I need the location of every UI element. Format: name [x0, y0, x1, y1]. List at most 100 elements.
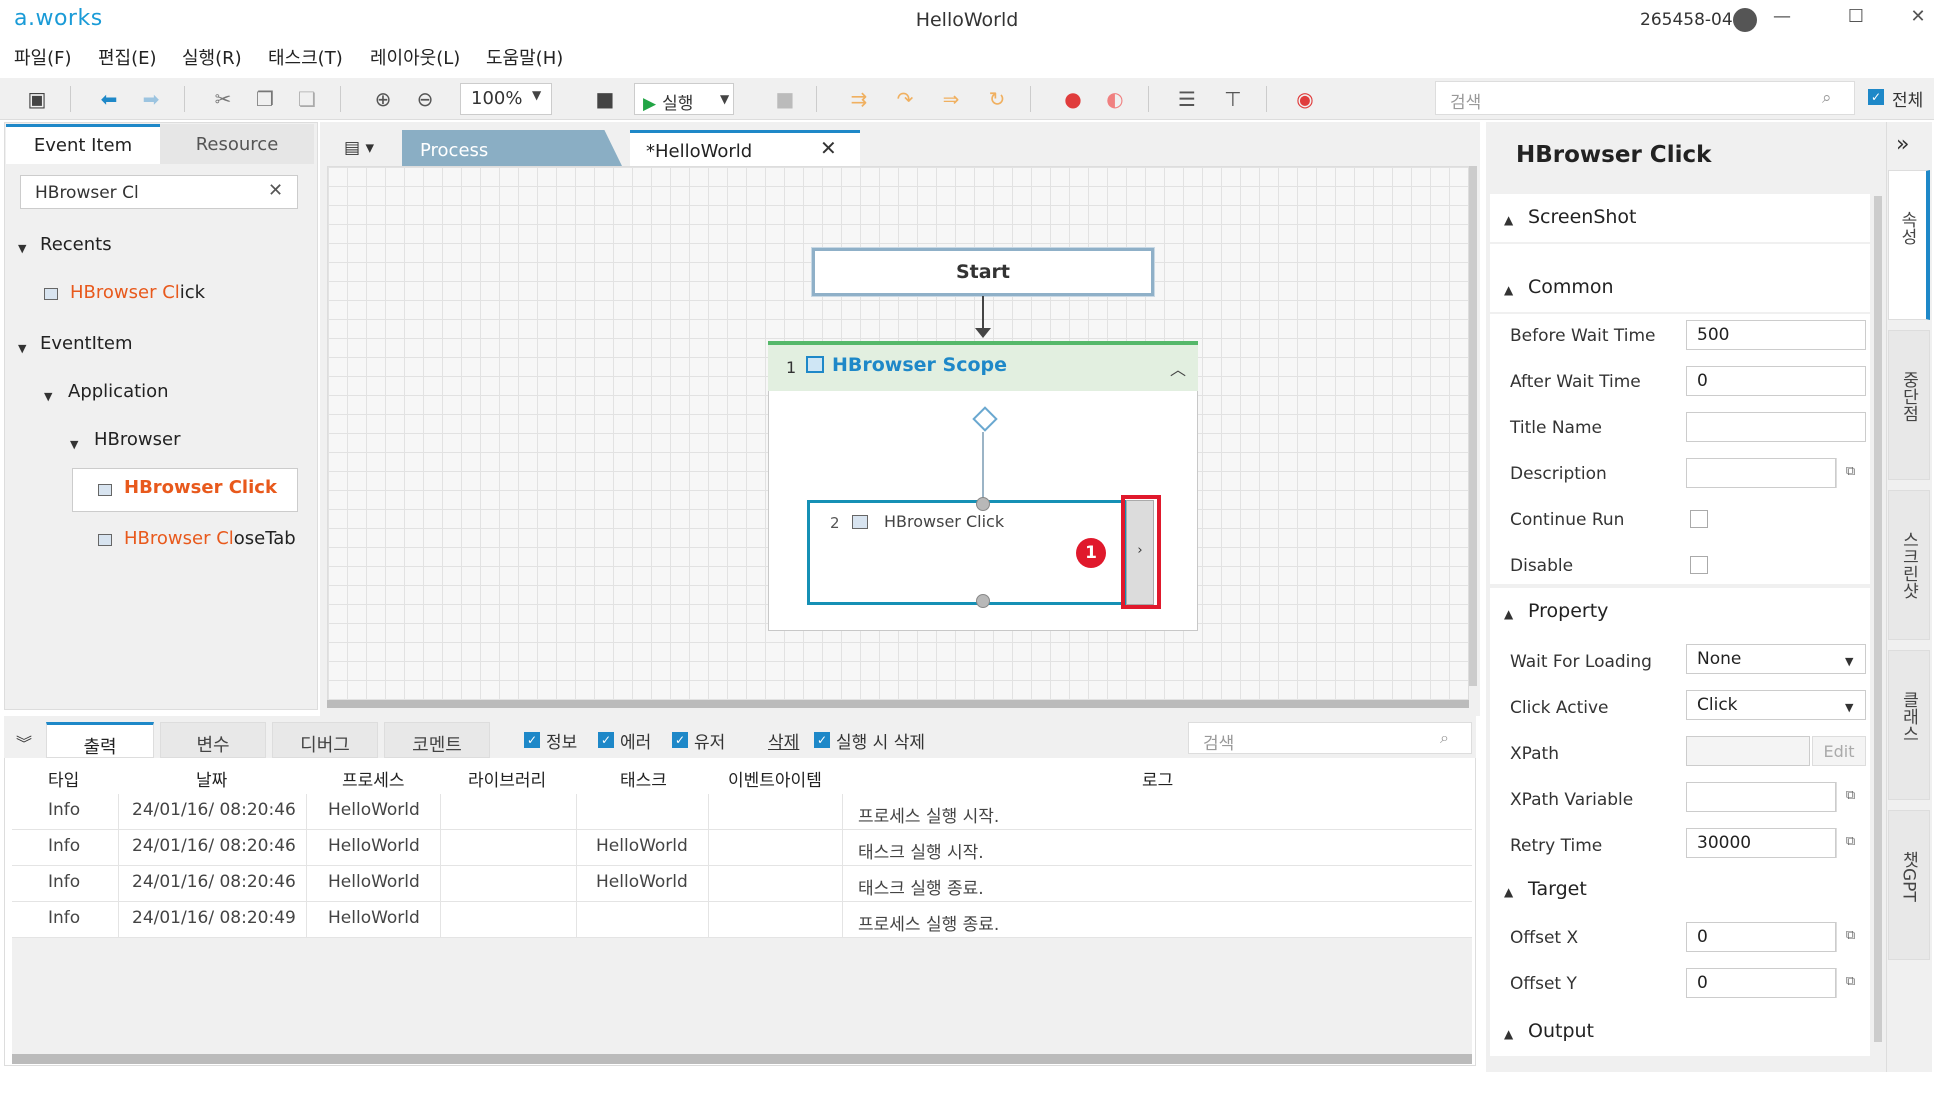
- column-header[interactable]: 타입: [48, 766, 79, 791]
- offset-y-input[interactable]: 0: [1686, 968, 1836, 998]
- breakpoint-add-icon[interactable]: ●: [1060, 86, 1086, 112]
- xpath-input[interactable]: [1686, 736, 1810, 766]
- column-header[interactable]: 프로세스: [342, 766, 405, 791]
- save-icon[interactable]: ▣: [24, 86, 50, 112]
- side-tab-properties[interactable]: 속성: [1888, 170, 1930, 320]
- all-checkbox[interactable]: ✓: [1868, 89, 1884, 105]
- run-button[interactable]: ▶ 실행: [634, 83, 734, 115]
- open-editor-icon[interactable]: ⧉: [1836, 968, 1864, 998]
- column-header[interactable]: 이벤트아이템: [728, 766, 822, 791]
- search-icon[interactable]: ⌕: [1822, 88, 1832, 108]
- record-icon[interactable]: ◉: [1292, 86, 1318, 112]
- wait-loading-select[interactable]: None: [1686, 644, 1866, 674]
- step-out-icon[interactable]: ⇒: [938, 86, 964, 112]
- run-dropdown-icon[interactable]: ▼: [720, 92, 729, 106]
- align-vertical-icon[interactable]: ⊤: [1220, 86, 1246, 112]
- continue-run-checkbox[interactable]: [1690, 510, 1708, 528]
- side-tab-chatgpt[interactable]: 챗GPT: [1888, 810, 1930, 960]
- canvas-horizontal-scrollbar[interactable]: [327, 700, 1469, 708]
- breakpoint-remove-icon[interactable]: ◐: [1102, 86, 1128, 112]
- menu-run[interactable]: 실행(R): [182, 44, 242, 70]
- zoom-in-icon[interactable]: ⊕: [370, 86, 396, 112]
- log-search-input[interactable]: 검색: [1188, 722, 1472, 754]
- tab-event-item[interactable]: Event Item: [6, 124, 160, 164]
- after-wait-input[interactable]: 0: [1686, 366, 1866, 396]
- tab-output[interactable]: 출력: [46, 722, 154, 758]
- retry-time-input[interactable]: 30000: [1686, 828, 1836, 858]
- title-name-input[interactable]: [1686, 412, 1866, 442]
- column-header[interactable]: 라이브러리: [468, 766, 546, 791]
- filter-user-checkbox[interactable]: ✓: [672, 732, 688, 748]
- side-tab-screenshot[interactable]: 스크린샷: [1888, 490, 1930, 640]
- chevron-down-icon[interactable]: ▼: [1845, 701, 1853, 714]
- before-wait-input[interactable]: 500: [1686, 320, 1866, 350]
- step-return-icon[interactable]: ↻: [984, 86, 1010, 112]
- forward-icon[interactable]: ➡: [138, 86, 164, 112]
- tree-application[interactable]: Application: [68, 381, 169, 402]
- collapse-panel-icon[interactable]: ︾: [16, 730, 32, 754]
- filter-error-checkbox[interactable]: ✓: [598, 732, 614, 748]
- collapse-arrow-icon[interactable]: ▼: [44, 390, 52, 403]
- column-header[interactable]: 태스크: [620, 766, 667, 791]
- properties-scrollbar[interactable]: [1874, 196, 1882, 1042]
- collapse-section-icon[interactable]: ▲: [1504, 213, 1513, 227]
- collapse-arrow-icon[interactable]: ▼: [18, 242, 26, 255]
- open-editor-icon[interactable]: ⧉: [1836, 782, 1864, 812]
- menu-file[interactable]: 파일(F): [14, 44, 72, 70]
- column-header[interactable]: 로그: [1142, 766, 1173, 791]
- column-header[interactable]: 날짜: [196, 766, 227, 791]
- tab-variables[interactable]: 변수: [160, 722, 266, 758]
- step-into-icon[interactable]: ↷: [892, 86, 918, 112]
- back-icon[interactable]: ⬅: [96, 86, 122, 112]
- filter-info-checkbox[interactable]: ✓: [524, 732, 540, 748]
- connector-dot-bottom[interactable]: [976, 594, 990, 608]
- expand-panel-icon[interactable]: »: [1896, 132, 1909, 157]
- tree-hbrowser-click[interactable]: HBrowser Click: [124, 477, 277, 498]
- side-tab-class[interactable]: 클래스: [1888, 650, 1930, 800]
- tree-hbrowser-closetab[interactable]: HBrowser CloseTab: [124, 528, 296, 549]
- copy-icon[interactable]: ❐: [252, 86, 278, 112]
- event-search-input[interactable]: HBrowser Cl: [20, 175, 298, 209]
- log-horizontal-scrollbar[interactable]: [12, 1054, 1472, 1064]
- tab-debug[interactable]: 디버그: [272, 722, 378, 758]
- close-tab-icon[interactable]: ✕: [820, 136, 837, 160]
- tree-recent-hbrowser-click[interactable]: HBrowser Click: [70, 282, 205, 303]
- zoom-out-icon[interactable]: ⊖: [412, 86, 438, 112]
- canvas-vertical-scrollbar[interactable]: [1469, 166, 1477, 686]
- disable-checkbox[interactable]: [1690, 556, 1708, 574]
- document-menu-icon[interactable]: ▤ ▾: [344, 138, 374, 158]
- collapse-section-icon[interactable]: ▲: [1504, 1027, 1513, 1041]
- maximize-button[interactable]: ☐: [1838, 6, 1874, 34]
- collapse-section-icon[interactable]: ▲: [1504, 885, 1513, 899]
- menu-help[interactable]: 도움말(H): [486, 44, 563, 70]
- stop-icon[interactable]: ■: [772, 86, 798, 112]
- collapse-section-icon[interactable]: ▲: [1504, 607, 1513, 621]
- chevron-down-icon[interactable]: ▼: [1845, 655, 1853, 668]
- xpath-edit-button[interactable]: Edit: [1812, 736, 1866, 766]
- tree-recents[interactable]: Recents: [40, 234, 112, 255]
- connector-dot-top[interactable]: [976, 497, 990, 511]
- cut-icon[interactable]: ✂: [210, 86, 236, 112]
- menu-edit[interactable]: 편집(E): [98, 44, 157, 70]
- user-avatar-icon[interactable]: [1733, 8, 1757, 32]
- record-video-icon[interactable]: ■: [592, 86, 618, 112]
- open-editor-icon[interactable]: ⧉: [1836, 828, 1864, 858]
- start-node[interactable]: Start: [811, 247, 1155, 297]
- description-input[interactable]: [1686, 458, 1836, 488]
- search-icon[interactable]: ⌕: [1440, 728, 1449, 748]
- collapse-arrow-icon[interactable]: ▼: [18, 342, 26, 355]
- delete-on-run-checkbox[interactable]: ✓: [814, 732, 830, 748]
- open-editor-icon[interactable]: ⧉: [1836, 458, 1864, 488]
- chevron-down-icon[interactable]: ▼: [532, 88, 541, 102]
- paste-icon[interactable]: ❏: [294, 86, 320, 112]
- step-over-icon[interactable]: ⇉: [846, 86, 872, 112]
- minimize-button[interactable]: —: [1764, 6, 1800, 34]
- delete-log-link[interactable]: 삭제: [768, 728, 799, 753]
- menu-layout[interactable]: 레이아웃(L): [370, 44, 460, 70]
- side-tab-breakpoints[interactable]: 중단점: [1888, 330, 1930, 480]
- close-window-button[interactable]: ✕: [1900, 6, 1934, 34]
- collapse-section-icon[interactable]: ▲: [1504, 283, 1513, 297]
- offset-x-input[interactable]: 0: [1686, 922, 1836, 952]
- clear-search-icon[interactable]: ✕: [268, 180, 283, 201]
- collapse-arrow-icon[interactable]: ▼: [70, 438, 78, 451]
